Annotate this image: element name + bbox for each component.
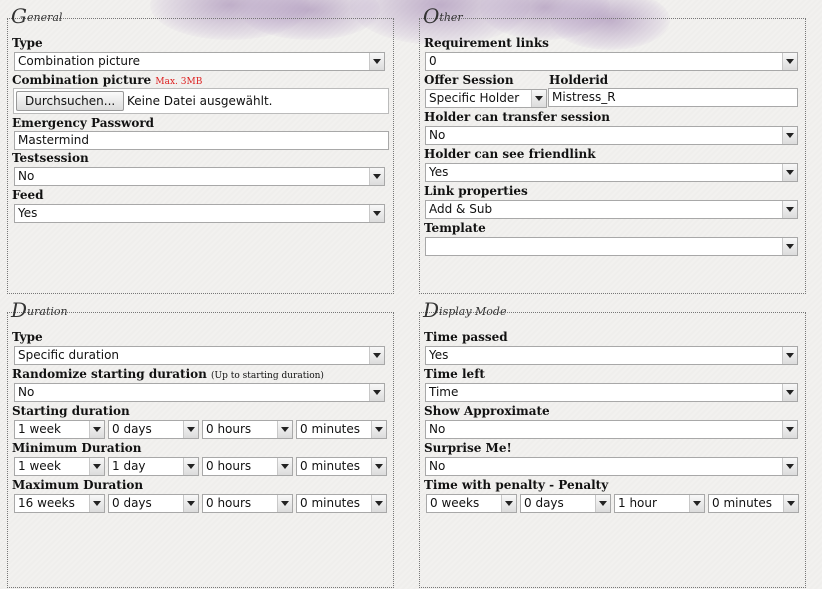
- penalty-minutes-select[interactable]: 0 minutes: [708, 494, 799, 513]
- start-hours-select[interactable]: 0 hours: [202, 420, 293, 439]
- penalty-label: Time with penalty - Penalty: [424, 478, 609, 492]
- friendlink-label: Holder can see friendlink: [424, 147, 596, 161]
- chevron-down-icon: [89, 495, 104, 512]
- max-weeks-select[interactable]: 16 weeks: [14, 494, 105, 513]
- emergency-password-label: Emergency Password: [12, 116, 155, 130]
- penalty-days-select[interactable]: 0 days: [520, 494, 611, 513]
- chevron-down-icon: [689, 495, 704, 512]
- combination-picture-file-input: Durchsuchen... Keine Datei ausgewählt.: [13, 88, 389, 114]
- time-left-label: Time left: [424, 367, 485, 381]
- max-hours-select[interactable]: 0 hours: [202, 494, 293, 513]
- show-approximate-label: Show Approximate: [424, 404, 550, 418]
- max-days-select[interactable]: 0 days: [108, 494, 199, 513]
- chevron-down-icon: [371, 458, 386, 475]
- other-legend: Other: [423, 4, 463, 28]
- chevron-down-icon: [277, 495, 292, 512]
- duration-section: Duration Type Specific duration Randomiz…: [7, 300, 394, 588]
- chevron-down-icon: [595, 495, 610, 512]
- template-label: Template: [424, 221, 486, 235]
- general-legend: General: [11, 4, 63, 28]
- chevron-down-icon: [183, 421, 198, 438]
- link-properties-label: Link properties: [424, 184, 528, 198]
- chevron-down-icon: [783, 495, 798, 512]
- max-minutes-select[interactable]: 0 minutes: [296, 494, 387, 513]
- start-minutes-select[interactable]: 0 minutes: [296, 420, 387, 439]
- browse-button[interactable]: Durchsuchen...: [16, 91, 125, 111]
- min-weeks-select[interactable]: 1 week: [14, 457, 105, 476]
- duration-type-select[interactable]: Specific duration: [14, 346, 385, 365]
- offer-session-select[interactable]: Specific Holder: [425, 89, 547, 108]
- min-hours-select[interactable]: 0 hours: [202, 457, 293, 476]
- chevron-down-icon: [782, 347, 797, 364]
- starting-duration-label: Starting duration: [12, 404, 130, 418]
- chevron-down-icon: [782, 164, 797, 181]
- chevron-down-icon: [782, 238, 797, 255]
- requirement-links-select[interactable]: 0: [425, 52, 798, 71]
- display-mode-legend: Display Mode: [423, 298, 507, 322]
- emergency-password-input[interactable]: Mastermind: [14, 131, 389, 150]
- friendlink-select[interactable]: Yes: [425, 163, 798, 182]
- min-minutes-select[interactable]: 0 minutes: [296, 457, 387, 476]
- show-approximate-select[interactable]: No: [425, 420, 798, 439]
- chevron-down-icon: [369, 205, 384, 222]
- testsession-label: Testsession: [12, 151, 89, 165]
- chevron-down-icon: [369, 53, 384, 70]
- chevron-down-icon: [369, 384, 384, 401]
- chevron-down-icon: [277, 421, 292, 438]
- combination-picture-label: Combination picture Max. 3MB: [12, 73, 203, 87]
- duration-type-label: Type: [12, 330, 43, 344]
- start-weeks-select[interactable]: 1 week: [14, 420, 105, 439]
- chevron-down-icon: [183, 495, 198, 512]
- feed-select[interactable]: Yes: [14, 204, 385, 223]
- general-section: General Type Combination picture Combina…: [7, 6, 394, 294]
- other-section: Other Requirement links 0 Offer Session …: [419, 6, 806, 294]
- chevron-down-icon: [369, 347, 384, 364]
- holderid-input[interactable]: Mistress_R: [548, 88, 798, 107]
- chevron-down-icon: [782, 201, 797, 218]
- chevron-down-icon: [782, 53, 797, 70]
- time-passed-label: Time passed: [424, 330, 508, 344]
- start-days-select[interactable]: 0 days: [108, 420, 199, 439]
- maximum-duration-label: Maximum Duration: [12, 478, 144, 492]
- file-status-text: Keine Datei ausgewählt.: [127, 94, 273, 108]
- general-type-label: Type: [12, 36, 43, 50]
- randomize-select[interactable]: No: [14, 383, 385, 402]
- chevron-down-icon: [782, 384, 797, 401]
- testsession-select[interactable]: No: [14, 167, 385, 186]
- time-passed-select[interactable]: Yes: [425, 346, 798, 365]
- penalty-hours-select[interactable]: 1 hour: [614, 494, 705, 513]
- display-mode-section: Display Mode Time passed Yes Time left T…: [419, 300, 806, 588]
- requirement-links-label: Requirement links: [424, 36, 549, 50]
- chevron-down-icon: [183, 458, 198, 475]
- chevron-down-icon: [277, 458, 292, 475]
- time-left-select[interactable]: Time: [425, 383, 798, 402]
- minimum-duration-label: Minimum Duration: [12, 441, 142, 455]
- transfer-session-select[interactable]: No: [425, 126, 798, 145]
- general-type-select[interactable]: Combination picture: [14, 52, 385, 71]
- template-select[interactable]: [425, 237, 798, 256]
- holderid-label: Holderid: [549, 73, 609, 87]
- randomize-note: (Up to starting duration): [211, 371, 324, 381]
- max-size-note: Max. 3MB: [155, 77, 203, 87]
- chevron-down-icon: [782, 127, 797, 144]
- chevron-down-icon: [371, 495, 386, 512]
- surprise-me-label: Surprise Me!: [424, 441, 512, 455]
- link-properties-select[interactable]: Add & Sub: [425, 200, 798, 219]
- chevron-down-icon: [531, 90, 546, 107]
- chevron-down-icon: [501, 495, 516, 512]
- randomize-label: Randomize starting duration (Up to start…: [12, 367, 324, 381]
- feed-label: Feed: [12, 188, 44, 202]
- penalty-weeks-select[interactable]: 0 weeks: [426, 494, 517, 513]
- chevron-down-icon: [89, 458, 104, 475]
- chevron-down-icon: [89, 421, 104, 438]
- surprise-me-select[interactable]: No: [425, 457, 798, 476]
- chevron-down-icon: [782, 458, 797, 475]
- duration-legend: Duration: [11, 298, 68, 322]
- transfer-session-label: Holder can transfer session: [424, 110, 611, 124]
- chevron-down-icon: [782, 421, 797, 438]
- min-days-select[interactable]: 1 day: [108, 457, 199, 476]
- chevron-down-icon: [371, 421, 386, 438]
- offer-session-label: Offer Session: [424, 73, 514, 87]
- chevron-down-icon: [369, 168, 384, 185]
